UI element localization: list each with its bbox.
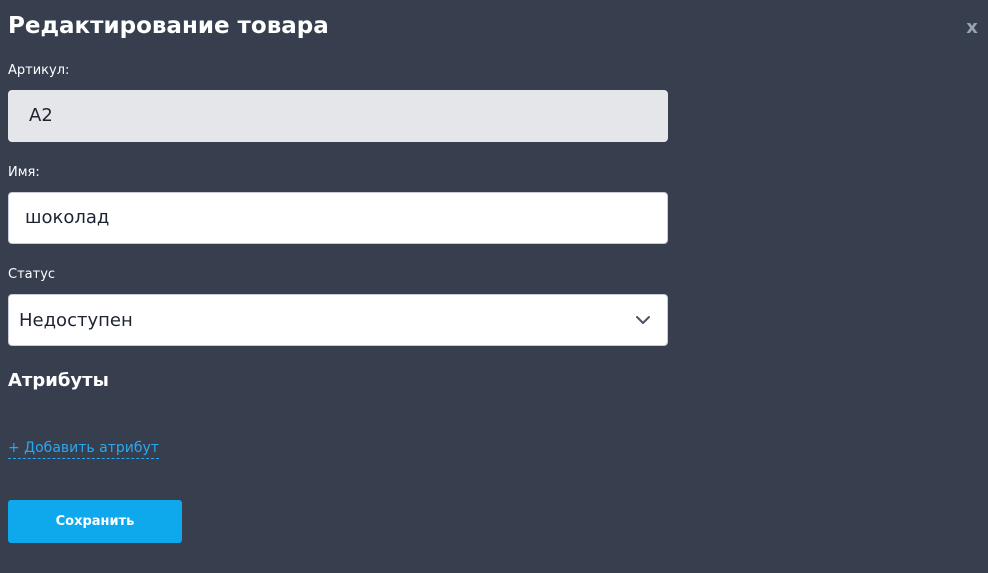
close-icon[interactable]: x (962, 15, 982, 41)
status-select-value: Недоступен (19, 310, 133, 331)
edit-product-modal: Редактирование товара x Артикул: A2 Имя:… (0, 0, 988, 573)
chevron-down-icon (636, 316, 650, 324)
save-button[interactable]: Сохранить (8, 500, 182, 543)
add-attribute-link[interactable]: + Добавить атрибут (8, 439, 159, 459)
modal-title: Редактирование товара (8, 13, 329, 39)
status-label: Статус (8, 267, 56, 282)
name-field[interactable]: шоколад (8, 192, 668, 244)
sku-label: Артикул: (8, 63, 70, 78)
sku-field: A2 (8, 90, 668, 142)
status-select[interactable]: Недоступен (8, 294, 668, 346)
name-label: Имя: (8, 165, 40, 180)
attributes-title: Атрибуты (8, 370, 109, 391)
